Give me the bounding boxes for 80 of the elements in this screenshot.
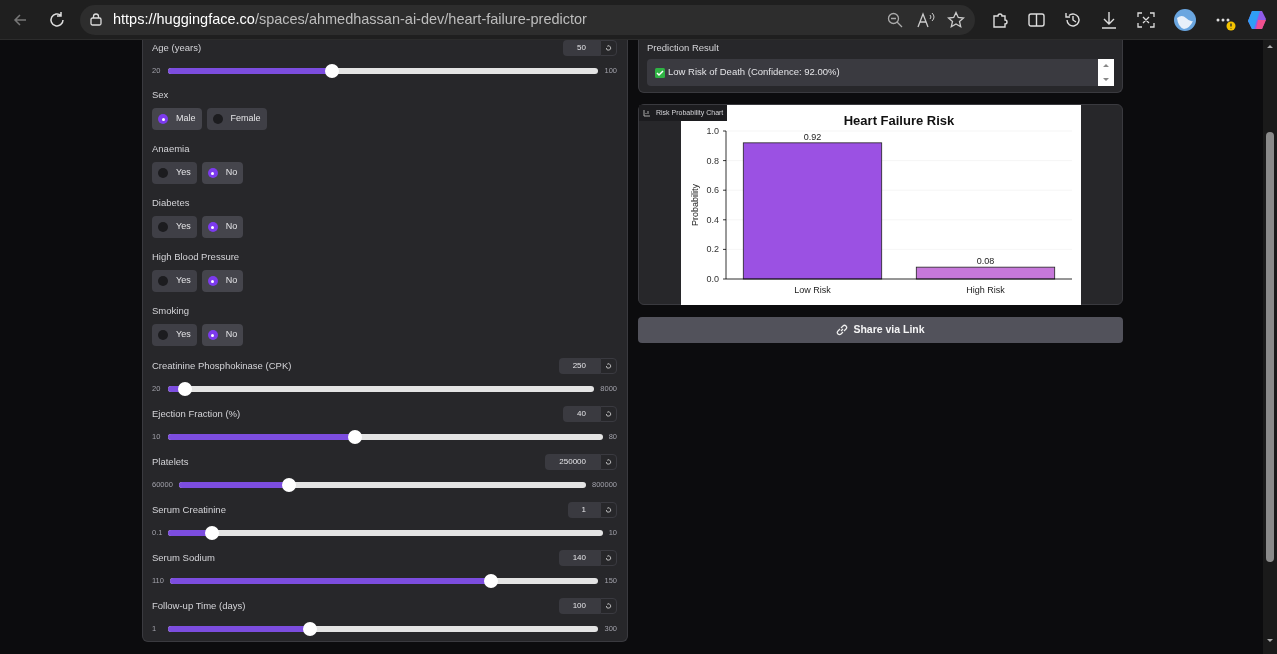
slider-label: Serum Sodium	[152, 550, 215, 565]
slider-label: Platelets	[152, 454, 189, 469]
link-icon	[836, 324, 849, 336]
slider-thumb[interactable]	[347, 430, 362, 444]
reset-icon[interactable]	[600, 598, 617, 614]
slider-thumb[interactable]	[178, 382, 193, 396]
address-bar[interactable]: https://huggingface.co/spaces/ahmedhassan-ai-dev/heart-failure-predictor	[80, 4, 975, 35]
share-button[interactable]: Share via Link	[638, 317, 1123, 343]
radio-group-label: Sex	[152, 87, 169, 102]
radio-option[interactable]: Male	[152, 108, 202, 130]
y-tick-label: 0.4	[706, 214, 719, 225]
radio-option[interactable]: No	[201, 270, 244, 292]
y-tick-label: 1.0	[706, 126, 719, 136]
result-text: Low Risk of Death (Confidence: 92.00%)	[668, 65, 840, 80]
number-field[interactable]: 40	[563, 406, 600, 422]
radio-option[interactable]: No	[201, 216, 244, 238]
screenshot-icon[interactable]	[1137, 11, 1155, 28]
result-label: Prediction Result	[647, 41, 720, 54]
radio-option[interactable]: Yes	[152, 162, 197, 184]
bar-value-label: 0.08	[976, 256, 995, 267]
check-icon	[655, 67, 665, 78]
chart-title: Heart Failure Risk	[843, 113, 955, 128]
radio-option[interactable]: Yes	[152, 270, 197, 292]
number-field[interactable]: 50	[563, 40, 600, 56]
download-icon[interactable]	[1101, 10, 1117, 29]
reset-icon[interactable]	[600, 406, 617, 422]
radio-option[interactable]: Female	[206, 108, 267, 130]
split-screen-icon[interactable]	[1028, 11, 1045, 28]
reset-icon[interactable]	[600, 358, 617, 374]
radio-option[interactable]: No	[201, 324, 244, 346]
number-field[interactable]: 100	[558, 598, 600, 614]
slider-label: Ejection Fraction (%)	[152, 406, 241, 421]
number-field[interactable]: 140	[558, 550, 600, 566]
number-field[interactable]: 250	[558, 358, 600, 374]
radio-group-label: Smoking	[152, 303, 189, 318]
avatar-icon[interactable]	[1173, 7, 1197, 32]
slider-label: Follow-up Time (days)	[152, 598, 246, 613]
y-tick-label: 0.0	[706, 274, 719, 284]
radio-group-label: High Blood Pressure	[152, 249, 240, 264]
y-tick-label: 0.2	[706, 244, 719, 255]
reset-icon[interactable]	[600, 454, 617, 470]
star-icon[interactable]	[947, 10, 965, 29]
y-tick-label: 0.8	[706, 155, 719, 166]
radio-option[interactable]: Yes	[152, 216, 197, 238]
y-axis-title: Probability	[690, 184, 700, 226]
zoom-icon[interactable]	[887, 11, 903, 28]
slider-thumb[interactable]	[484, 574, 499, 588]
chart-icon	[643, 109, 651, 117]
refresh-icon[interactable]	[48, 10, 66, 29]
url-path: /spaces/ahmedhassan-ai-dev/heart-failure-predictor	[254, 10, 587, 27]
y-tick-label: 0.6	[706, 185, 719, 196]
back-icon[interactable]	[12, 11, 28, 28]
result-field[interactable]: Low Risk of Death (Confidence: 92.00%)	[647, 59, 1114, 86]
history-icon[interactable]	[1064, 10, 1082, 29]
slider-thumb[interactable]	[324, 64, 339, 78]
lock-icon	[90, 13, 102, 26]
radio-group-label: Anaemia	[152, 141, 190, 156]
bar-value-label: 0.92	[803, 131, 822, 142]
radio-option[interactable]: Yes	[152, 324, 197, 346]
slider-label: Serum Creatinine	[152, 502, 226, 517]
radio-option[interactable]: No	[201, 162, 244, 184]
x-tick-label: High Risk	[966, 285, 1005, 295]
x-tick-label: Low Risk	[794, 285, 831, 295]
copilot-icon[interactable]	[1246, 8, 1268, 31]
number-field[interactable]: 250000	[545, 454, 600, 470]
reset-icon[interactable]	[600, 40, 617, 56]
slider-thumb[interactable]	[281, 478, 296, 492]
scrollbar-drawing[interactable]	[1263, 40, 1277, 654]
slider-label: Creatinine Phosphokinase (CPK)	[152, 358, 292, 373]
slider-thumb[interactable]	[303, 622, 318, 636]
read-aloud-icon[interactable]	[917, 11, 935, 28]
slider-label: Age (years)	[152, 40, 202, 55]
number-field[interactable]: 1	[567, 502, 600, 518]
puzzle-icon[interactable]	[991, 10, 1009, 29]
scrollbar-drawing[interactable]	[1098, 59, 1114, 86]
url-host: https://huggingface.co	[113, 10, 255, 27]
reset-icon[interactable]	[600, 550, 617, 566]
reset-icon[interactable]	[600, 502, 617, 518]
slider-thumb[interactable]	[204, 526, 219, 540]
radio-group-label: Diabetes	[152, 195, 190, 210]
